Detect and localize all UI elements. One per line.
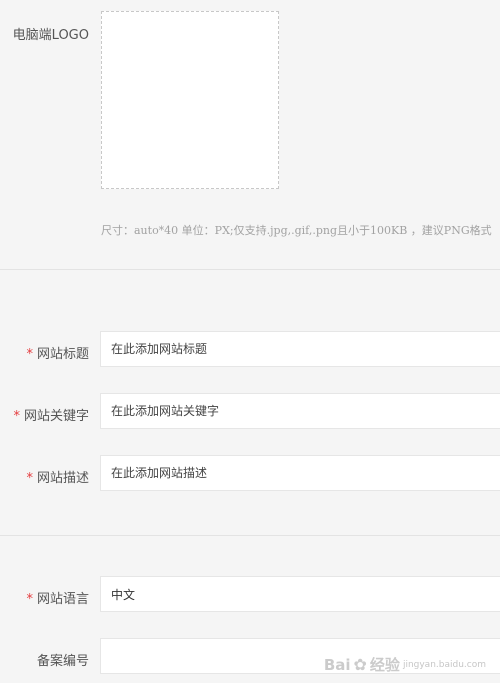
- required-mark: *: [13, 409, 20, 424]
- section-divider: [0, 269, 500, 270]
- site-keywords-label: * 网站关键字: [13, 409, 89, 424]
- required-mark: *: [26, 347, 33, 362]
- site-language-input[interactable]: [100, 576, 500, 612]
- required-mark: *: [26, 592, 33, 607]
- site-description-input[interactable]: [100, 455, 500, 491]
- site-title-label: * 网站标题: [26, 347, 89, 362]
- site-language-label: * 网站语言: [26, 592, 89, 607]
- site-description-label: * 网站描述: [26, 471, 89, 486]
- icp-number-label: 备案编号: [36, 654, 89, 669]
- site-title-input[interactable]: [100, 331, 500, 367]
- site-keywords-input[interactable]: [100, 393, 500, 429]
- baidu-jingyan-watermark: Bai ✿ 经验 jingyan.baidu.com: [323, 655, 486, 674]
- logo-upload-area[interactable]: [101, 11, 279, 189]
- section-divider: [0, 535, 500, 536]
- logo-label: 电脑端LOGO: [12, 28, 89, 43]
- paw-icon: ✿: [353, 655, 367, 674]
- logo-size-hint: 尺寸：auto*40 单位：PX;仅支持.jpg,.gif,.png且小于100…: [101, 224, 492, 237]
- required-mark: *: [26, 471, 33, 486]
